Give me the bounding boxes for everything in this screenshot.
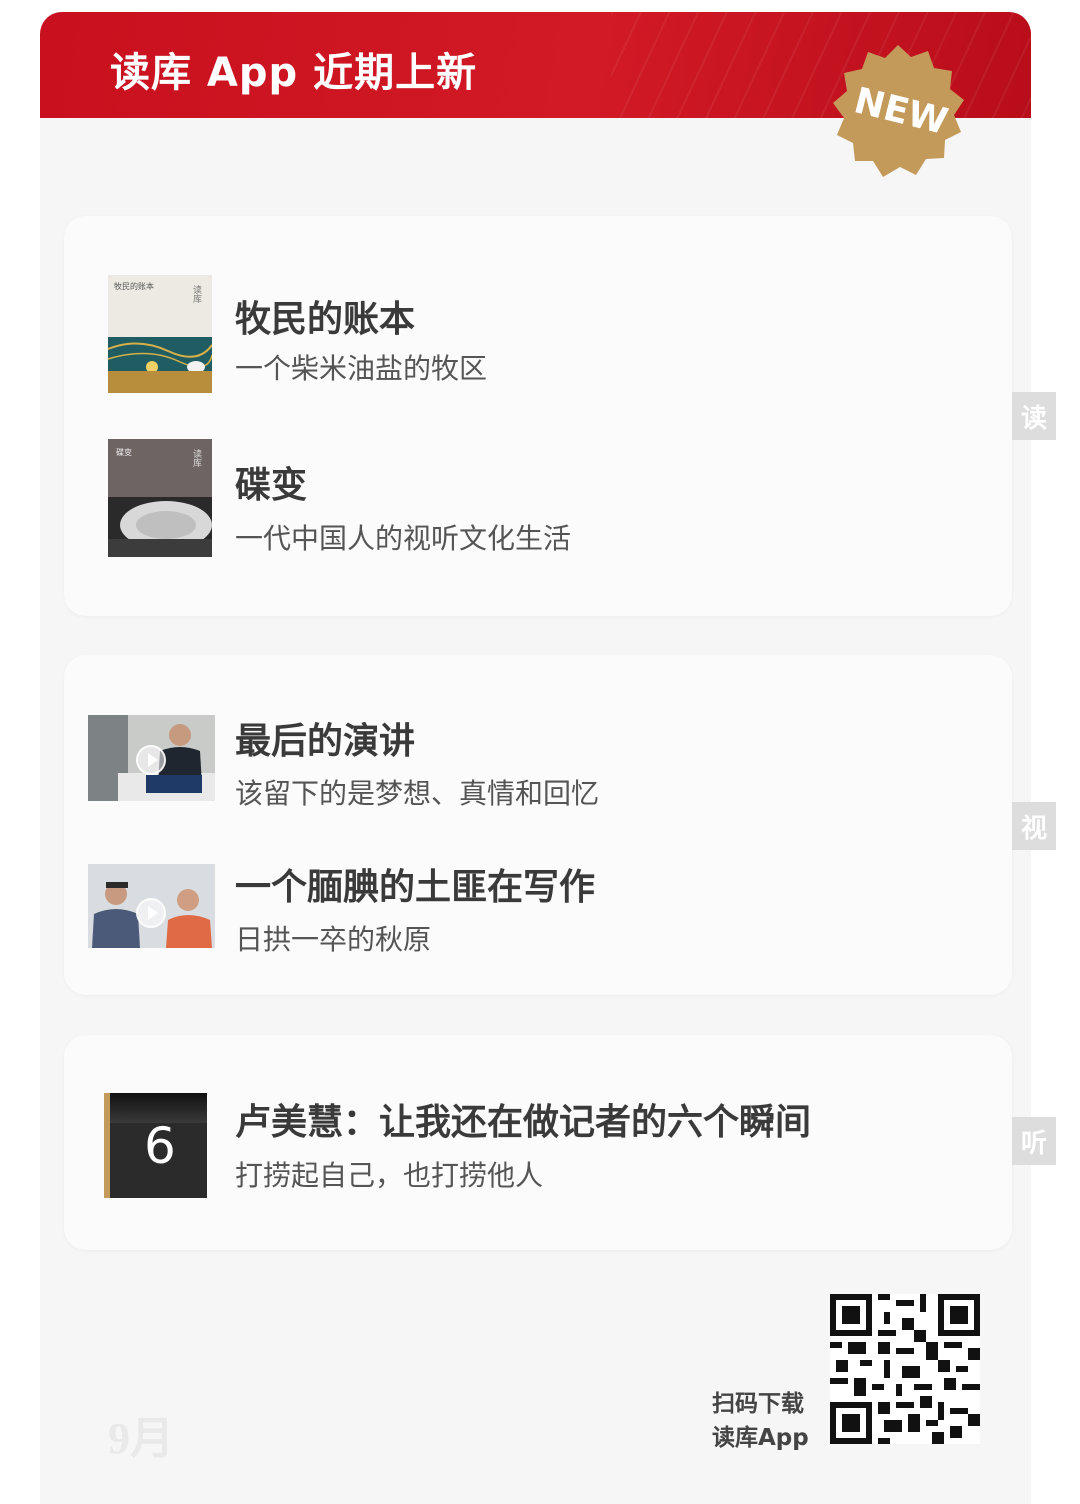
item-subtitle-1: 一个柴米油盐的牧区 [235, 354, 488, 385]
cover-photo-icon [108, 497, 212, 557]
play-icon[interactable] [136, 745, 166, 775]
header-title: 读库 App 近期上新 [110, 50, 478, 96]
month-label: 9月 [108, 1414, 174, 1463]
tab-listen[interactable]: 听 [1012, 1117, 1056, 1165]
book-cover-1[interactable]: 牧民的账本 读库 [108, 275, 212, 393]
tab-read[interactable]: 读 [1012, 392, 1056, 440]
audio-cover[interactable]: 6 [104, 1093, 207, 1198]
item-title-2[interactable]: 碟变 [235, 456, 307, 508]
item-title-3[interactable]: 最后的演讲 [235, 712, 415, 764]
item-title-5[interactable]: 卢美慧：让我还在做记者的六个瞬间 [235, 1093, 811, 1145]
scan-text-line2: 读库App [712, 1425, 809, 1451]
item-subtitle-5: 打捞起自己，也打捞他人 [235, 1161, 544, 1192]
item-subtitle-3: 该留下的是梦想、真情和回忆 [235, 779, 600, 810]
video-thumb-1[interactable] [88, 715, 215, 801]
item-title-4[interactable]: 一个腼腆的土匪在写作 [235, 858, 595, 910]
audio-cover-number: 6 [144, 1117, 176, 1175]
tab-video[interactable]: 视 [1012, 802, 1056, 850]
cover-illustration-icon [108, 337, 212, 393]
video-thumb-2[interactable] [88, 864, 215, 948]
new-badge-icon: NEW [833, 45, 964, 177]
item-title-1[interactable]: 牧民的账本 [235, 290, 415, 342]
book-cover-2[interactable]: 碟变 读库 [108, 439, 212, 557]
scan-text-line1: 扫码下载 [712, 1391, 804, 1417]
play-icon[interactable] [136, 898, 166, 928]
item-subtitle-2: 一代中国人的视听文化生活 [235, 524, 572, 555]
qr-code-icon[interactable] [830, 1294, 980, 1444]
item-subtitle-4: 日拱一卒的秋原 [235, 925, 432, 956]
